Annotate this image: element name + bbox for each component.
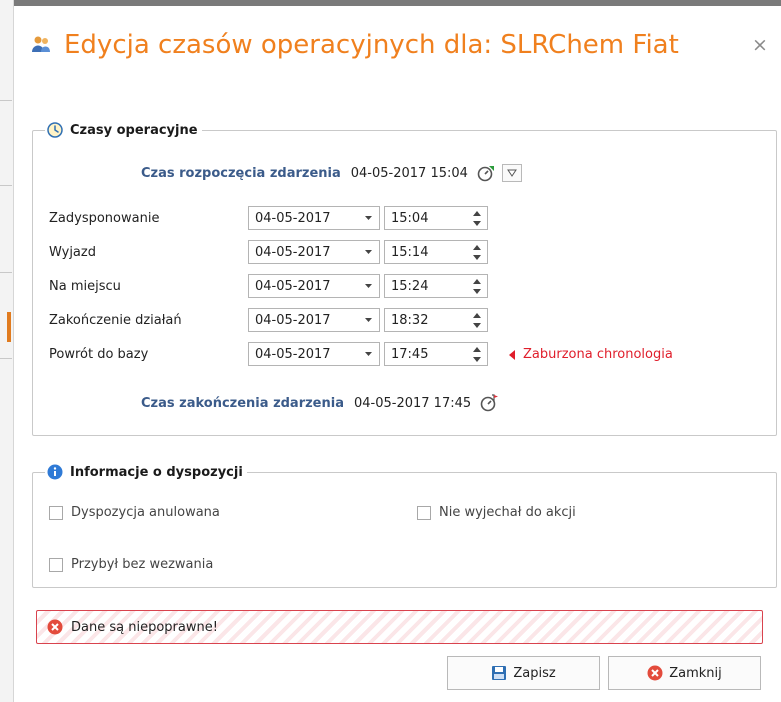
checkbox-label: Przybył bez wezwania xyxy=(71,557,214,572)
close-button-label: Zamknij xyxy=(669,665,722,681)
checkbox-arrived-uncalled[interactable]: Przybył bez wezwania xyxy=(49,557,213,572)
time-field[interactable]: 15:24 xyxy=(384,274,488,298)
dispatch-info-group: Informacje o dyspozycji Dyspozycja anulo… xyxy=(32,462,777,588)
event-end-label: Czas zakończenia zdarzenia xyxy=(141,395,344,411)
dispatch-info-legend: Informacje o dyspozycji xyxy=(45,462,247,482)
time-spinner[interactable] xyxy=(469,344,485,364)
date-field[interactable]: 04-05-2017 xyxy=(248,342,380,366)
chevron-down-icon[interactable] xyxy=(357,207,379,229)
spin-down-icon[interactable] xyxy=(469,218,485,228)
checkbox-box[interactable] xyxy=(49,505,63,520)
time-field[interactable]: 17:45 xyxy=(384,342,488,366)
date-value: 04-05-2017 xyxy=(255,211,331,226)
time-row-label: Zadysponowanie xyxy=(49,211,160,226)
checkbox-dispatch-cancelled[interactable]: Dyspozycja anulowana xyxy=(49,505,220,520)
time-row-dispatch: Zadysponowanie 04-05-2017 15:04 xyxy=(33,206,733,232)
time-spinner[interactable] xyxy=(469,208,485,228)
time-value: 15:14 xyxy=(391,245,429,260)
time-spinner[interactable] xyxy=(469,310,485,330)
chevron-down-icon[interactable] xyxy=(357,275,379,297)
time-row-action-end: Zakończenie działań 04-05-2017 18:32 xyxy=(33,308,733,334)
event-start-line: Czas rozpoczęcia zdarzenia 04-05-2017 15… xyxy=(141,163,522,183)
users-icon xyxy=(32,36,50,52)
warning-arrow-icon xyxy=(509,349,515,360)
time-field[interactable]: 15:14 xyxy=(384,240,488,264)
spin-down-icon[interactable] xyxy=(469,354,485,364)
spin-up-icon[interactable] xyxy=(469,310,485,320)
spin-up-icon[interactable] xyxy=(469,208,485,218)
dialog-title: Edycja czasów operacyjnych dla: SLRChem … xyxy=(64,30,679,60)
floppy-disk-icon xyxy=(492,666,507,680)
chevron-down-icon[interactable] xyxy=(357,241,379,263)
operational-times-legend: Czasy operacyjne xyxy=(45,120,202,140)
background-app-strip xyxy=(0,0,14,702)
date-field[interactable]: 04-05-2017 xyxy=(248,274,380,298)
spin-up-icon[interactable] xyxy=(469,344,485,354)
time-row-departure: Wyjazd 04-05-2017 15:14 xyxy=(33,240,733,266)
operational-times-group: Czasy operacyjne Czas rozpoczęcia zdarze… xyxy=(32,120,777,436)
event-start-value: 04-05-2017 15:04 xyxy=(350,165,468,181)
stopwatch-start-icon[interactable] xyxy=(476,163,496,183)
save-button[interactable]: Zapisz xyxy=(447,656,600,690)
background-accent-mark xyxy=(7,312,11,342)
date-value: 04-05-2017 xyxy=(255,313,331,328)
stopwatch-end-icon[interactable] xyxy=(479,393,499,413)
checkbox-not-departed[interactable]: Nie wyjechał do akcji xyxy=(417,505,576,520)
spin-down-icon[interactable] xyxy=(469,320,485,330)
chevron-down-icon[interactable] xyxy=(501,164,522,182)
time-row-return-to-base: Powrót do bazy 04-05-2017 17:45 Zaburzon… xyxy=(33,342,733,368)
event-end-value: 04-05-2017 17:45 xyxy=(354,395,472,411)
spin-down-icon[interactable] xyxy=(469,286,485,296)
checkbox-box[interactable] xyxy=(49,557,63,572)
background-divider xyxy=(0,358,12,359)
error-icon xyxy=(47,619,63,635)
clock-icon xyxy=(47,122,63,138)
validation-error-bar: Dane są niepoprawne! xyxy=(36,610,763,644)
event-end-line: Czas zakończenia zdarzenia 04-05-2017 17… xyxy=(141,393,499,413)
operational-times-legend-label: Czasy operacyjne xyxy=(70,122,198,138)
dialog-title-bar: Edycja czasów operacyjnych dla: SLRChem … xyxy=(14,6,781,90)
close-button[interactable]: Zamknij xyxy=(608,656,761,690)
cancel-icon xyxy=(647,665,663,681)
time-field[interactable]: 18:32 xyxy=(384,308,488,332)
date-field[interactable]: 04-05-2017 xyxy=(248,308,380,332)
info-icon xyxy=(47,464,63,480)
chevron-down-icon[interactable] xyxy=(357,309,379,331)
background-divider xyxy=(0,272,12,273)
chevron-down-icon[interactable] xyxy=(357,343,379,365)
time-value: 18:32 xyxy=(391,313,429,328)
time-value: 15:24 xyxy=(391,279,429,294)
date-field[interactable]: 04-05-2017 xyxy=(248,240,380,264)
time-spinner[interactable] xyxy=(469,242,485,262)
chronology-warning-text: Zaburzona chronologia xyxy=(523,347,673,362)
time-row-label: Wyjazd xyxy=(49,245,96,260)
close-icon[interactable]: × xyxy=(751,36,769,55)
background-divider xyxy=(0,100,12,101)
spin-up-icon[interactable] xyxy=(469,242,485,252)
edit-times-dialog: Edycja czasów operacyjnych dla: SLRChem … xyxy=(14,0,781,702)
save-button-label: Zapisz xyxy=(513,665,556,681)
date-value: 04-05-2017 xyxy=(255,245,331,260)
checkbox-label: Nie wyjechał do akcji xyxy=(439,505,576,520)
date-value: 04-05-2017 xyxy=(255,279,331,294)
spin-up-icon[interactable] xyxy=(469,276,485,286)
date-field[interactable]: 04-05-2017 xyxy=(248,206,380,230)
time-value: 17:45 xyxy=(391,347,429,362)
dispatch-info-legend-label: Informacje o dyspozycji xyxy=(70,464,243,480)
time-row-label: Zakończenie działań xyxy=(49,313,182,328)
time-spinner[interactable] xyxy=(469,276,485,296)
validation-error-text: Dane są niepoprawne! xyxy=(71,620,218,635)
time-value: 15:04 xyxy=(391,211,429,226)
time-field[interactable]: 15:04 xyxy=(384,206,488,230)
time-row-label: Powrót do bazy xyxy=(49,347,149,362)
chronology-warning: Zaburzona chronologia xyxy=(509,347,673,362)
checkbox-label: Dyspozycja anulowana xyxy=(71,505,220,520)
spin-down-icon[interactable] xyxy=(469,252,485,262)
date-value: 04-05-2017 xyxy=(255,347,331,362)
event-start-label: Czas rozpoczęcia zdarzenia xyxy=(141,165,341,181)
checkbox-box[interactable] xyxy=(417,505,431,520)
time-row-label: Na miejscu xyxy=(49,279,121,294)
background-divider xyxy=(0,185,12,186)
time-row-on-site: Na miejscu 04-05-2017 15:24 xyxy=(33,274,733,300)
